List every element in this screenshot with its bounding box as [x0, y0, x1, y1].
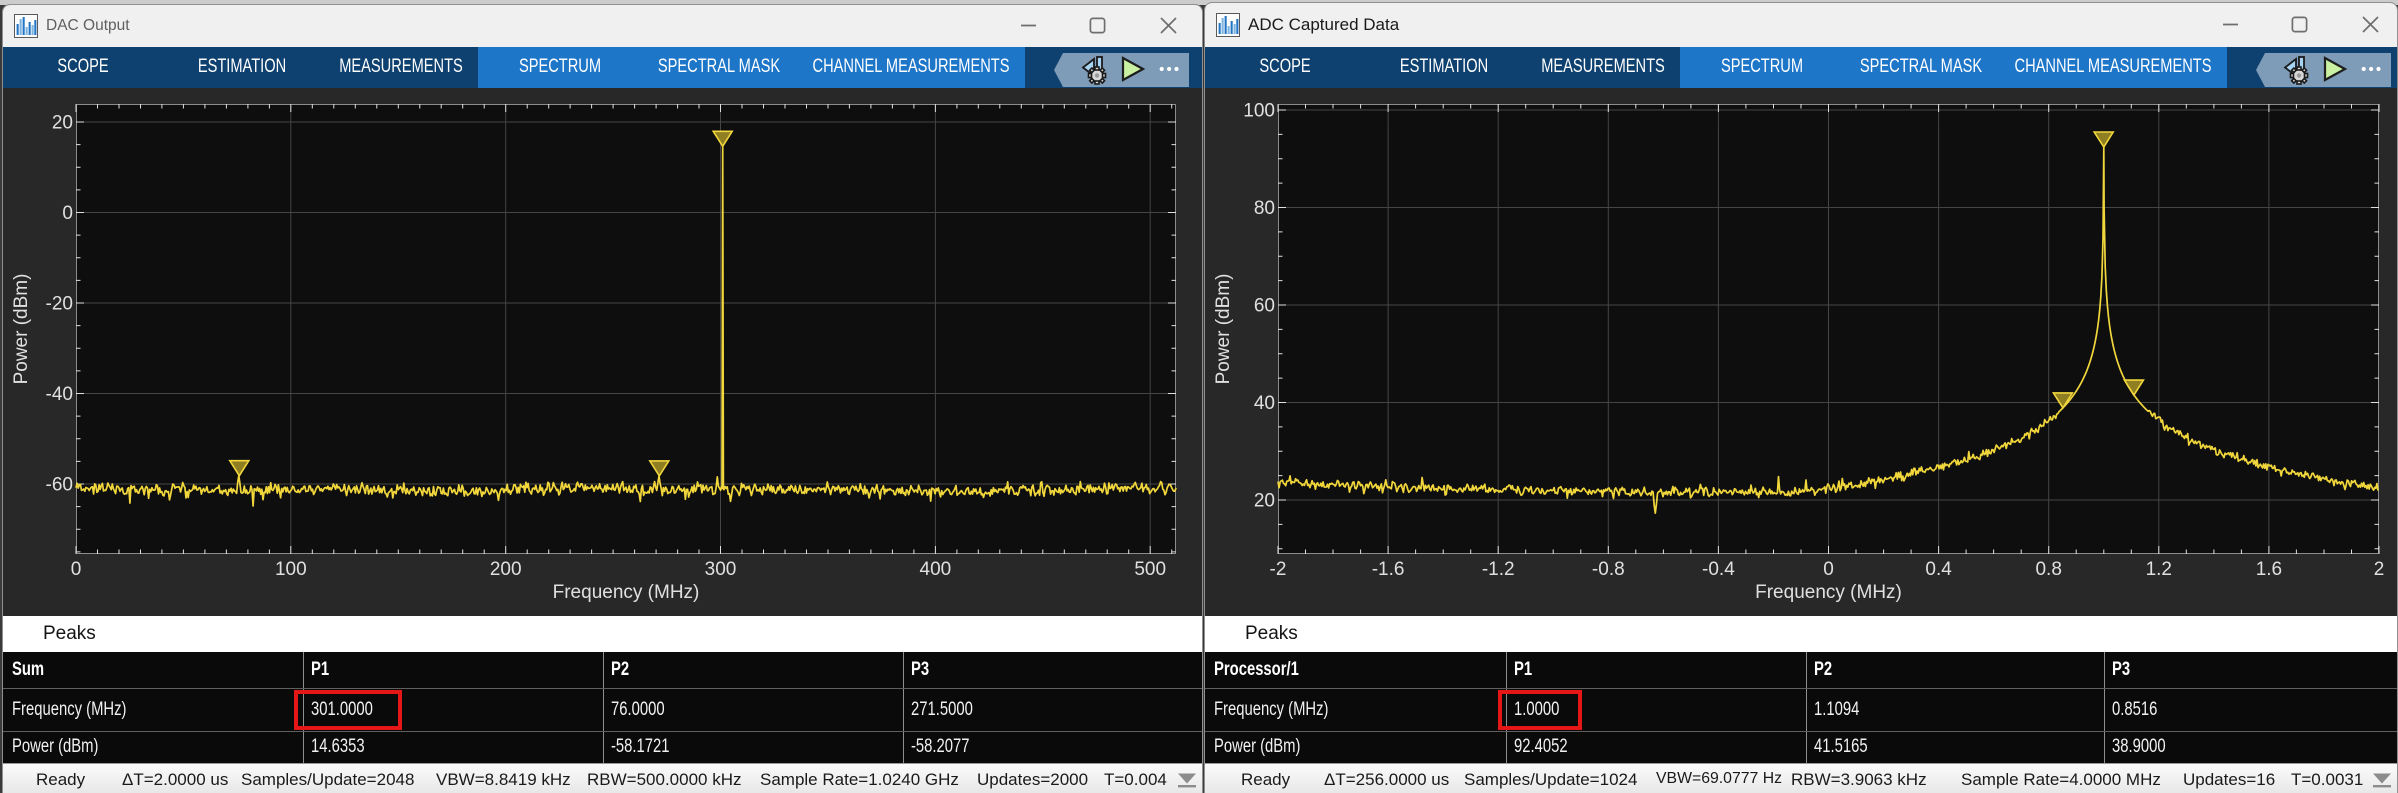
svg-text:500: 500 [1134, 559, 1166, 580]
svg-text:-40: -40 [46, 384, 73, 405]
svg-text:2: 2 [2374, 559, 2385, 580]
svg-text:-60: -60 [46, 475, 73, 496]
svg-text:-1.6: -1.6 [1372, 559, 1405, 580]
svg-text:Frequency (MHz): Frequency (MHz) [553, 582, 700, 603]
svg-text:0: 0 [71, 559, 82, 580]
svg-text:-0.4: -0.4 [1702, 559, 1735, 580]
svg-text:60: 60 [1254, 296, 1275, 317]
svg-text:20: 20 [52, 113, 73, 134]
svg-text:100: 100 [275, 559, 307, 580]
svg-text:0.8: 0.8 [2035, 559, 2061, 580]
svg-text:1.2: 1.2 [2146, 559, 2172, 580]
svg-text:-2: -2 [1270, 559, 1287, 580]
svg-text:100: 100 [1243, 101, 1275, 122]
svg-text:Power (dBm): Power (dBm) [1213, 274, 1234, 385]
svg-text:80: 80 [1254, 198, 1275, 219]
svg-text:0: 0 [62, 203, 73, 224]
svg-text:Frequency (MHz): Frequency (MHz) [1755, 582, 1902, 603]
svg-text:200: 200 [490, 559, 522, 580]
svg-text:-20: -20 [46, 294, 73, 315]
svg-text:0: 0 [1823, 559, 1834, 580]
svg-text:-0.8: -0.8 [1592, 559, 1625, 580]
svg-text:-1.2: -1.2 [1482, 559, 1515, 580]
svg-text:Power (dBm): Power (dBm) [11, 274, 32, 385]
svg-text:300: 300 [705, 559, 737, 580]
svg-text:40: 40 [1254, 393, 1275, 414]
svg-text:0.4: 0.4 [1925, 559, 1952, 580]
svg-text:400: 400 [920, 559, 952, 580]
svg-text:20: 20 [1254, 491, 1275, 512]
svg-text:1.6: 1.6 [2256, 559, 2282, 580]
